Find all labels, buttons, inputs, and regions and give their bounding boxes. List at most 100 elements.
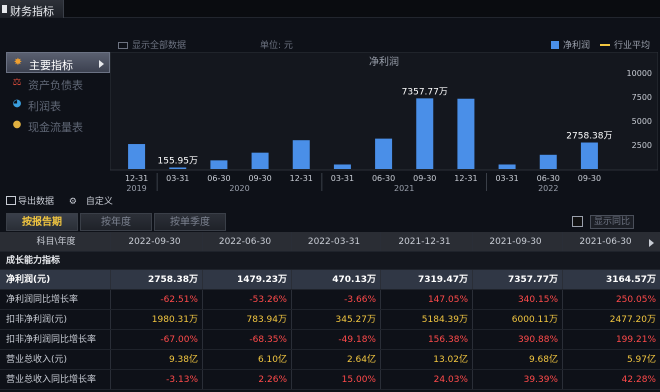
chart-bar xyxy=(375,138,393,169)
chart-bar xyxy=(498,164,516,169)
tab-by-report-period[interactable]: 按报告期 xyxy=(6,213,78,231)
sidebar-item-income-statement[interactable]: ◕ 利润表 xyxy=(6,94,110,115)
monitor-icon xyxy=(118,42,128,49)
export-label: 导出数据 xyxy=(18,197,55,207)
table-cell: 783.94万 xyxy=(202,310,291,329)
coins-icon: ● xyxy=(12,119,22,130)
data-label: 155.95万 xyxy=(158,157,199,167)
sidebar-item-label: 利润表 xyxy=(28,100,61,113)
row-label: 营业总收入同比增长率 xyxy=(6,375,97,385)
table-row[interactable]: 净利润同比增长率 -62.51% -53.26% -3.66% 147.05% 340.1… xyxy=(0,290,660,310)
row-label: 营业总收入(元) xyxy=(6,355,68,365)
y-tick-label: 10000 xyxy=(627,69,652,78)
table-cell: 2477.20万 xyxy=(562,310,660,329)
table-row[interactable]: 营业总收入(元) 9.38亿 6.10亿 2.64亿 13.02亿 9.68亿 5.97亿 xyxy=(0,350,660,370)
window-tab[interactable]: 财务指标 xyxy=(0,0,64,18)
x-tick-label: 12-31 xyxy=(454,174,477,183)
table-cell: 3164.57万 xyxy=(562,270,660,289)
chart-tools: 导出数据 ⚙ 自定义 xyxy=(6,194,125,207)
table-cell: 250.05% xyxy=(562,290,660,309)
net-profit-chart: 净利润 2500 5000 7500 10000 12-31 03-31 06-30 09-3… xyxy=(110,52,658,192)
year-label: 2019 xyxy=(126,184,146,192)
sidebar-item-cash-flow[interactable]: ● 现金流量表 xyxy=(6,115,110,136)
tab-marker-icon xyxy=(2,5,7,13)
column-header[interactable]: 2022-06-30 xyxy=(202,232,291,251)
export-icon xyxy=(6,196,16,205)
table-cell: -3.13% xyxy=(110,370,202,389)
tab-by-quarter[interactable]: 按单季度 xyxy=(154,213,226,231)
table-header-row: 科目\年度 2022-09-30 2022-06-30 2022-03-31 2… xyxy=(0,232,660,252)
table-cell: 1980.31万 xyxy=(110,310,202,329)
x-tick-label: 12-31 xyxy=(290,174,313,183)
table-cell: 39.39% xyxy=(472,370,562,389)
row-label: 扣非净利润同比增长率 xyxy=(6,335,97,345)
x-tick-label: 06-30 xyxy=(537,174,560,183)
table-cell: -67.00% xyxy=(110,330,202,349)
chart-legend: 净利润 行业平均 xyxy=(550,38,650,51)
chart-bar xyxy=(416,98,434,169)
scroll-right-icon[interactable] xyxy=(649,239,654,247)
y-tick-label: 7500 xyxy=(632,93,652,102)
data-label: 7357.77万 xyxy=(402,87,448,97)
row-label: 扣非净利润(元) xyxy=(6,315,68,325)
table-cell: -3.66% xyxy=(291,290,380,309)
chart-bar xyxy=(210,160,228,169)
y-tick-label: 2500 xyxy=(632,141,652,150)
sidebar-item-main-indicators[interactable]: ✸ 主要指标 xyxy=(6,52,110,73)
table-row[interactable]: 扣非净利润(元) 1980.31万 783.94万 345.27万 5184.39万 60… xyxy=(0,310,660,330)
customize-button[interactable]: ⚙ 自定义 xyxy=(69,197,119,207)
legend-bar-swatch xyxy=(550,41,559,49)
sidebar-item-balance-sheet[interactable]: ⚖ 资产负债表 xyxy=(6,73,110,94)
chart-bar xyxy=(251,152,269,169)
star-icon: ✸ xyxy=(13,57,23,68)
table-cell: 2.64亿 xyxy=(291,350,380,369)
table-cell: 6000.11万 xyxy=(472,310,562,329)
gear-icon: ⚙ xyxy=(68,197,77,207)
export-data-button[interactable]: 导出数据 xyxy=(6,196,60,207)
table-cell: 13.02亿 xyxy=(380,350,472,369)
table-cell: 470.13万 xyxy=(291,270,380,289)
legend-bar-label: 净利润 xyxy=(562,41,590,51)
table-cell: 147.05% xyxy=(380,290,472,309)
sidebar-item-label: 资产负债表 xyxy=(28,79,83,92)
column-header[interactable]: 2022-09-30 xyxy=(110,232,202,251)
column-header[interactable]: 2021-09-30 xyxy=(472,232,562,251)
chevron-right-icon xyxy=(99,60,104,68)
yoy-checkbox[interactable] xyxy=(572,216,583,227)
tab-by-year[interactable]: 按年度 xyxy=(80,213,152,231)
table-cell: 199.21% xyxy=(562,330,660,349)
column-header[interactable]: 2021-06-30 xyxy=(562,232,660,251)
pie-icon: ◕ xyxy=(12,98,22,109)
financial-table: 科目\年度 2022-09-30 2022-06-30 2022-03-31 2… xyxy=(0,232,660,390)
column-header[interactable]: 2022-03-31 xyxy=(291,232,380,251)
table-cell: 5184.39万 xyxy=(380,310,472,329)
chart-bar xyxy=(333,164,351,169)
customize-label: 自定义 xyxy=(85,197,113,207)
x-tick-label: 09-30 xyxy=(248,174,271,183)
x-tick-label: 06-30 xyxy=(372,174,395,183)
row-label: 净利润同比增长率 xyxy=(6,295,79,305)
table-row[interactable]: 净利润(元) 2758.38万 1479.23万 470.13万 7319.47万 735… xyxy=(0,270,660,290)
chart-bar xyxy=(292,140,310,169)
table-cell: 2758.38万 xyxy=(110,270,202,289)
table-cell: -68.35% xyxy=(202,330,291,349)
x-tick-label: 03-31 xyxy=(166,174,189,183)
data-label: 2758.38万 xyxy=(566,132,612,142)
table-cell: 156.38% xyxy=(380,330,472,349)
table-cell: -49.18% xyxy=(291,330,380,349)
column-header-text: 2021-06-30 xyxy=(579,237,632,247)
sidebar-nav: ✸ 主要指标 ⚖ 资产负债表 ◕ 利润表 ● 现金流量表 xyxy=(6,52,110,136)
chart-title: 净利润 xyxy=(369,55,399,68)
show-all-data-button[interactable]: 显示全部数据 xyxy=(118,38,186,51)
table-row[interactable]: 扣非净利润同比增长率 -67.00% -68.35% -49.18% 156.38% 39… xyxy=(0,330,660,350)
table-body: 净利润(元) 2758.38万 1479.23万 470.13万 7319.47万 735… xyxy=(0,270,660,390)
year-label: 2021 xyxy=(394,184,414,192)
column-header[interactable]: 2021-12-31 xyxy=(380,232,472,251)
balance-icon: ⚖ xyxy=(12,77,22,88)
x-tick-label: 09-30 xyxy=(413,174,436,183)
table-cell: 2.26% xyxy=(202,370,291,389)
show-yoy-button[interactable]: 显示同比 xyxy=(590,215,634,229)
table-row[interactable]: 营业总收入同比增长率 -3.13% 2.26% 15.00% 24.03% 39.39% 4… xyxy=(0,370,660,390)
legend-line-label: 行业平均 xyxy=(613,41,650,51)
table-cell: 42.28% xyxy=(562,370,660,389)
